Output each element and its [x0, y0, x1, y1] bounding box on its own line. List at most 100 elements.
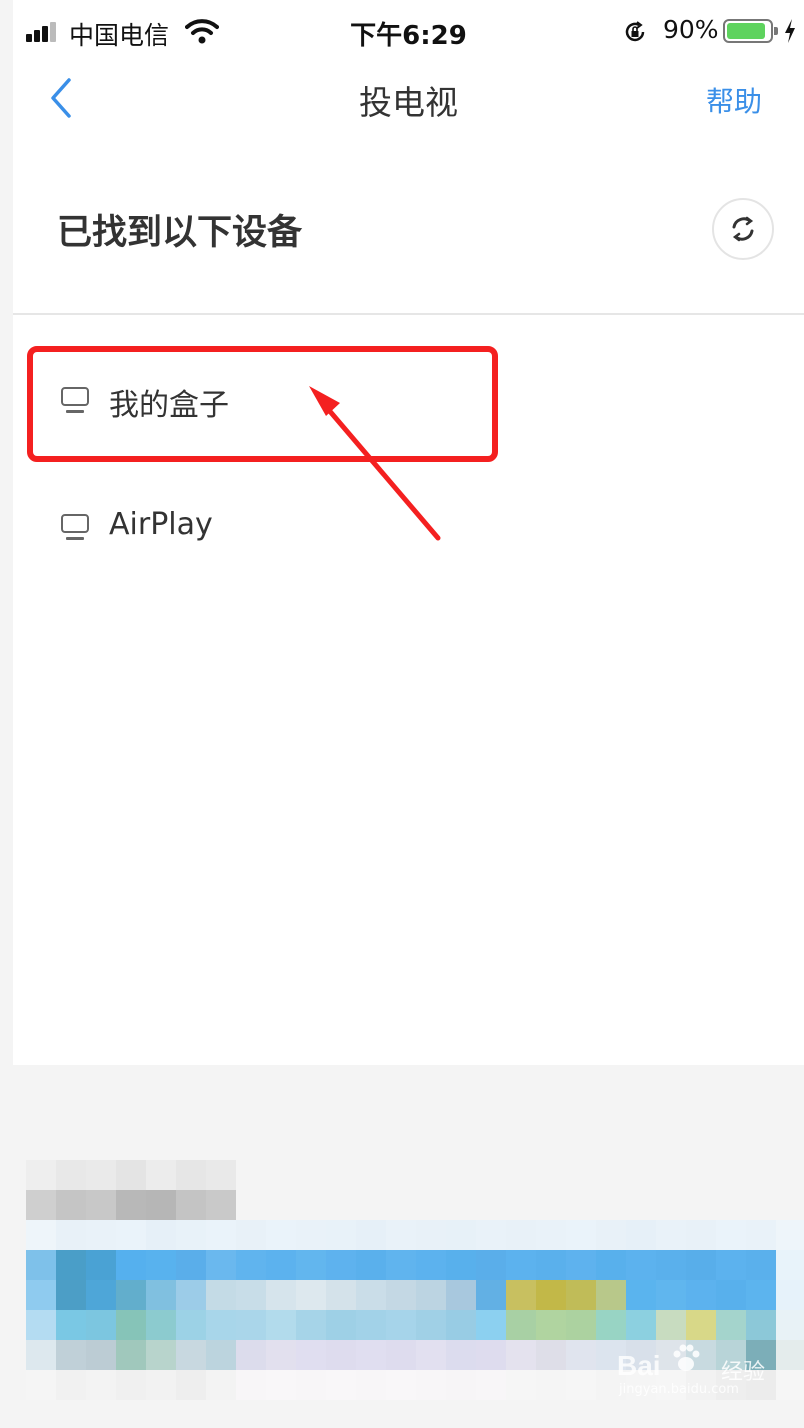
mosaic-cell — [326, 1220, 356, 1250]
mosaic-cell — [86, 1280, 116, 1310]
mosaic-cell — [596, 1310, 626, 1340]
divider — [13, 313, 804, 315]
rotation-lock-icon — [625, 21, 645, 42]
mosaic-cell — [56, 1220, 86, 1250]
mosaic-cell — [266, 1340, 296, 1370]
mosaic-cell — [716, 1250, 746, 1280]
mosaic-cell — [566, 1340, 596, 1370]
mosaic-cell — [26, 1250, 56, 1280]
mosaic-cell — [176, 1220, 206, 1250]
mosaic-cell — [566, 1310, 596, 1340]
status-bar: 中国电信 下午6:29 90% — [13, 0, 804, 62]
charging-icon — [785, 19, 795, 43]
page-title: 投电视 — [359, 83, 458, 122]
refresh-button[interactable] — [712, 198, 774, 260]
mosaic-cell — [566, 1250, 596, 1280]
mosaic-cell — [56, 1280, 86, 1310]
mosaic-cell — [776, 1220, 804, 1250]
mosaic-cell — [356, 1310, 386, 1340]
mosaic-cell — [656, 1310, 686, 1340]
mosaic-cell — [776, 1340, 804, 1370]
mosaic-cell — [296, 1340, 326, 1370]
mosaic-cell — [476, 1370, 506, 1400]
mosaic-cell — [506, 1340, 536, 1370]
mosaic-cell — [416, 1370, 446, 1400]
mosaic-cell — [596, 1250, 626, 1280]
mosaic-cell — [116, 1280, 146, 1310]
mosaic-cell — [236, 1370, 266, 1400]
mosaic-cell — [446, 1370, 476, 1400]
mosaic-cell — [56, 1310, 86, 1340]
mosaic-cell — [206, 1370, 236, 1400]
mosaic-cell — [86, 1190, 116, 1220]
mosaic-cell — [356, 1340, 386, 1370]
mosaic-cell — [446, 1250, 476, 1280]
mosaic-cell — [116, 1160, 146, 1190]
mosaic-cell — [416, 1340, 446, 1370]
mosaic-cell — [506, 1280, 536, 1310]
help-button[interactable]: 帮助 — [706, 80, 762, 120]
mosaic-cell — [506, 1220, 536, 1250]
mosaic-cell — [716, 1310, 746, 1340]
mosaic-cell — [266, 1280, 296, 1310]
mosaic-cell — [386, 1220, 416, 1250]
mosaic-cell — [356, 1220, 386, 1250]
mosaic-cell — [446, 1310, 476, 1340]
mosaic-cell — [86, 1370, 116, 1400]
watermark-brand: Bai — [617, 1350, 661, 1381]
mosaic-cell — [596, 1220, 626, 1250]
mosaic-cell — [446, 1340, 476, 1370]
mosaic-cell — [506, 1310, 536, 1340]
mosaic-cell — [206, 1190, 236, 1220]
mosaic-cell — [716, 1220, 746, 1250]
mosaic-cell — [626, 1220, 656, 1250]
mosaic-cell — [356, 1250, 386, 1280]
mosaic-cell — [146, 1340, 176, 1370]
mosaic-cell — [446, 1220, 476, 1250]
mosaic-cell — [56, 1160, 86, 1190]
mosaic-cell — [386, 1280, 416, 1310]
mosaic-cell — [86, 1250, 116, 1280]
mosaic-cell — [236, 1250, 266, 1280]
device-label: AirPlay — [109, 507, 213, 542]
device-item-airplay[interactable]: AirPlay — [43, 487, 503, 567]
annotation-highlight-box — [27, 346, 498, 462]
mosaic-cell — [566, 1370, 596, 1400]
mosaic-cell — [746, 1280, 776, 1310]
mosaic-cell — [776, 1370, 804, 1400]
mosaic-cell — [416, 1310, 446, 1340]
mosaic-cell — [296, 1370, 326, 1400]
mosaic-cell — [326, 1340, 356, 1370]
mosaic-cell — [416, 1220, 446, 1250]
mosaic-cell — [26, 1190, 56, 1220]
mosaic-cell — [536, 1280, 566, 1310]
mosaic-cell — [296, 1310, 326, 1340]
mosaic-cell — [26, 1280, 56, 1310]
mosaic-cell — [446, 1280, 476, 1310]
section-heading: 已找到以下设备 — [57, 213, 303, 253]
refresh-icon — [732, 216, 754, 242]
mosaic-cell — [56, 1250, 86, 1280]
mosaic-cell — [356, 1370, 386, 1400]
mosaic-cell — [86, 1340, 116, 1370]
mosaic-cell — [416, 1280, 446, 1310]
mosaic-cell — [146, 1310, 176, 1340]
mosaic-cell — [626, 1280, 656, 1310]
mosaic-cell — [266, 1220, 296, 1250]
mosaic-cell — [326, 1280, 356, 1310]
mosaic-cell — [236, 1310, 266, 1340]
mosaic-cell — [476, 1280, 506, 1310]
mosaic-cell — [356, 1280, 386, 1310]
mosaic-cell — [686, 1310, 716, 1340]
mosaic-cell — [776, 1310, 804, 1340]
mosaic-cell — [26, 1310, 56, 1340]
mosaic-cell — [386, 1340, 416, 1370]
mosaic-cell — [56, 1340, 86, 1370]
mosaic-cell — [746, 1220, 776, 1250]
mosaic-cell — [146, 1280, 176, 1310]
baidu-watermark: Bai 经验 jingyan.baidu.com — [617, 1342, 767, 1398]
mosaic-cell — [506, 1250, 536, 1280]
mosaic-cell — [746, 1310, 776, 1340]
mosaic-cell — [86, 1160, 116, 1190]
mosaic-cell — [326, 1310, 356, 1340]
